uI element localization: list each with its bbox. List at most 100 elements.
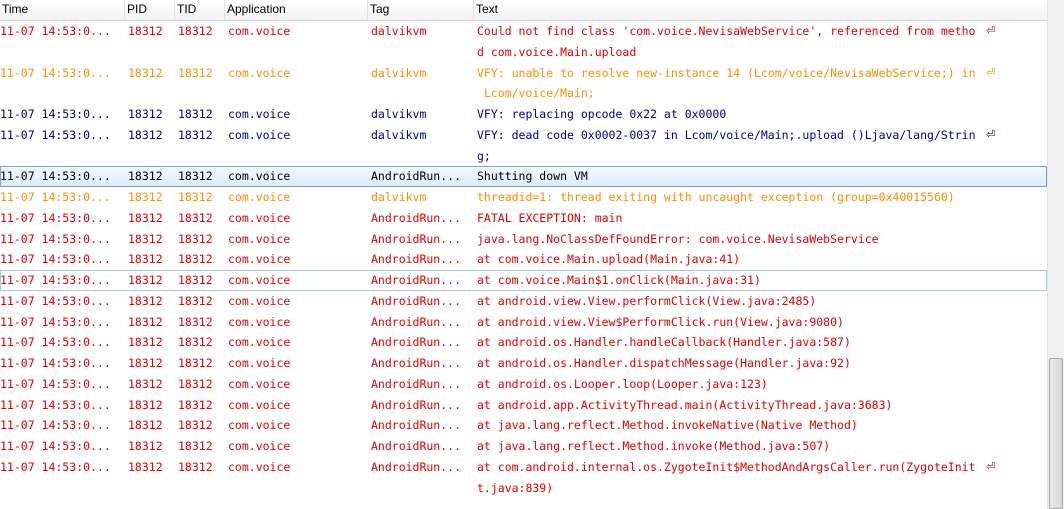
line-wrap-icon: ⏎ [986,65,996,79]
log-time: 11-07 14:53:0... [0,127,111,142]
log-row[interactable]: 11-07 14:53:0... 18312 18312 com.voice Andro… [0,436,1047,457]
log-text-line-continued: d com.voice.Main.upload [477,44,637,59]
log-row[interactable]: 11-07 14:53:0... 18312 18312 com.voice Andro… [0,312,1047,333]
log-row[interactable]: 11-07 14:53:0... 18312 18312 com.voice Andro… [0,270,1047,291]
log-tag: AndroidRun... [371,376,462,391]
log-row[interactable]: 11-07 14:53:0... 18312 18312 com.voice Andro… [0,249,1047,270]
log-application: com.voice [228,397,291,412]
log-tag: dalvikvm [371,190,427,204]
logcat-table: 11-07 14:53:0... 18312 18312 com.voice dalvi… [0,21,1047,498]
log-time: 11-07 14:53:0... [0,107,111,121]
log-time: 11-07 14:53:0... [0,293,111,308]
log-tid: 18312 [178,293,213,308]
line-wrap-icon: ⏎ [986,24,996,37]
log-text-line: at android.app.ActivityThread.main(Activ… [477,397,893,412]
log-tag: AndroidRun... [371,397,462,412]
log-row[interactable]: 11-07 14:53:0... 18312 18312 com.voice Andro… [0,332,1047,353]
log-pid: 18312 [128,273,163,287]
column-header-tid[interactable]: TID [175,0,225,20]
log-application: com.voice [228,459,291,474]
log-row[interactable]: 11-07 14:53:0... 18312 18312 com.voice Andro… [0,395,1047,416]
log-time: 11-07 14:53:0... [0,231,111,246]
log-pid: 18312 [128,439,163,453]
log-tid: 18312 [178,439,213,453]
log-time: 11-07 14:53:0... [0,356,111,370]
log-text: at java.lang.reflect.Method.invoke(Metho… [477,436,987,457]
log-row[interactable]: 11-07 14:53:0... 18312 18312 com.voice dalvi… [0,63,1047,105]
log-text: Shutting down VM [477,166,987,187]
log-pid: 18312 [128,169,163,184]
log-time: 11-07 14:53:0... [0,314,111,329]
log-text: at android.os.Handler.handleCallback(Han… [477,332,987,353]
log-row[interactable]: 11-07 14:53:0... 18312 18312 com.voice dalvi… [0,21,1047,63]
log-pid: 18312 [128,210,163,225]
log-tag: AndroidRun... [371,210,462,225]
line-wrap-icon: ⏎ [986,127,996,141]
log-time: 11-07 14:53:0... [0,210,111,225]
log-pid: 18312 [128,127,163,142]
log-application: com.voice [228,24,291,38]
log-tag: AndroidRun... [371,356,462,370]
log-time: 11-07 14:53:0... [0,252,111,267]
column-header-time[interactable]: Time [0,0,125,20]
log-tid: 18312 [178,190,213,204]
column-header-pid[interactable]: PID [125,0,175,20]
log-text: java.lang.NoClassDefFoundError: com.voic… [477,229,987,250]
log-text-line: at com.android.internal.os.ZygoteInit$Me… [477,459,976,474]
vertical-scrollbar[interactable] [1047,0,1064,509]
log-time: 11-07 14:53:0... [0,65,111,80]
column-header-application[interactable]: Application [225,0,368,20]
log-row[interactable]: 11-07 14:53:0... 18312 18312 com.voice Andro… [0,457,1047,499]
log-row[interactable]: 11-07 14:53:0... 18312 18312 com.voice dalvi… [0,104,1047,125]
log-tag: AndroidRun... [371,169,462,184]
column-header-text[interactable]: Text [474,0,1047,20]
log-row[interactable]: 11-07 14:53:0... 18312 18312 com.voice Andro… [0,166,1047,187]
log-tid: 18312 [178,24,213,38]
line-wrap-icon: ⏎ [986,459,996,473]
log-row[interactable]: 11-07 14:53:0... 18312 18312 com.voice Andro… [0,229,1047,250]
log-row[interactable]: 11-07 14:53:0... 18312 18312 com.voice Andro… [0,415,1047,436]
log-application: com.voice [228,335,291,350]
log-text: at android.view.View$PerformClick.run(Vi… [477,312,987,333]
log-tag: AndroidRun... [371,418,462,433]
log-text-line: VFY: replacing opcode 0x22 at 0x0000 [477,107,727,121]
scrollbar-thumb[interactable] [1049,358,1063,509]
log-tid: 18312 [178,65,213,80]
log-pid: 18312 [128,24,163,38]
log-tid: 18312 [178,252,213,267]
log-text: VFY: dead code 0x0002-0037 in Lcom/voice… [477,125,987,167]
log-tag: AndroidRun... [371,231,462,246]
log-tid: 18312 [178,418,213,433]
log-text-line: VFY: dead code 0x0002-0037 in Lcom/voice… [477,127,976,142]
log-tid: 18312 [178,231,213,246]
log-pid: 18312 [128,314,163,329]
log-pid: 18312 [128,65,163,80]
log-tag: dalvikvm [371,24,427,38]
log-application: com.voice [228,107,291,121]
log-text: at com.android.internal.os.ZygoteInit$Me… [477,457,987,499]
log-text-line: at android.os.Handler.handleCallback(Han… [477,335,851,350]
column-header-tag[interactable]: Tag [368,0,474,20]
log-row[interactable]: 11-07 14:53:0... 18312 18312 com.voice dalvi… [0,187,1047,208]
log-row[interactable]: 11-07 14:53:0... 18312 18312 com.voice Andro… [0,353,1047,374]
log-time: 11-07 14:53:0... [0,439,111,453]
log-time: 11-07 14:53:0... [0,24,111,38]
log-tag: AndroidRun... [371,293,462,308]
log-tag: dalvikvm [371,65,427,80]
log-text-line: VFY: unable to resolve new-instance 14 (… [477,65,976,80]
log-tag: AndroidRun... [371,273,462,287]
log-text-line: java.lang.NoClassDefFoundError: com.voic… [477,231,879,246]
log-row[interactable]: 11-07 14:53:0... 18312 18312 com.voice Andro… [0,208,1047,229]
log-tag: AndroidRun... [371,314,462,329]
log-application: com.voice [228,273,291,287]
log-application: com.voice [228,252,291,267]
log-tid: 18312 [178,273,213,287]
log-row[interactable]: 11-07 14:53:0... 18312 18312 com.voice Andro… [0,291,1047,312]
log-application: com.voice [228,169,291,184]
log-application: com.voice [228,356,291,370]
log-row[interactable]: 11-07 14:53:0... 18312 18312 com.voice Andro… [0,374,1047,395]
log-row[interactable]: 11-07 14:53:0... 18312 18312 com.voice dalvi… [0,125,1047,167]
logcat-header: Time PID TID Application Tag Text [0,0,1047,21]
log-text-line: FATAL EXCEPTION: main [477,210,623,225]
log-tag: dalvikvm [371,127,427,142]
